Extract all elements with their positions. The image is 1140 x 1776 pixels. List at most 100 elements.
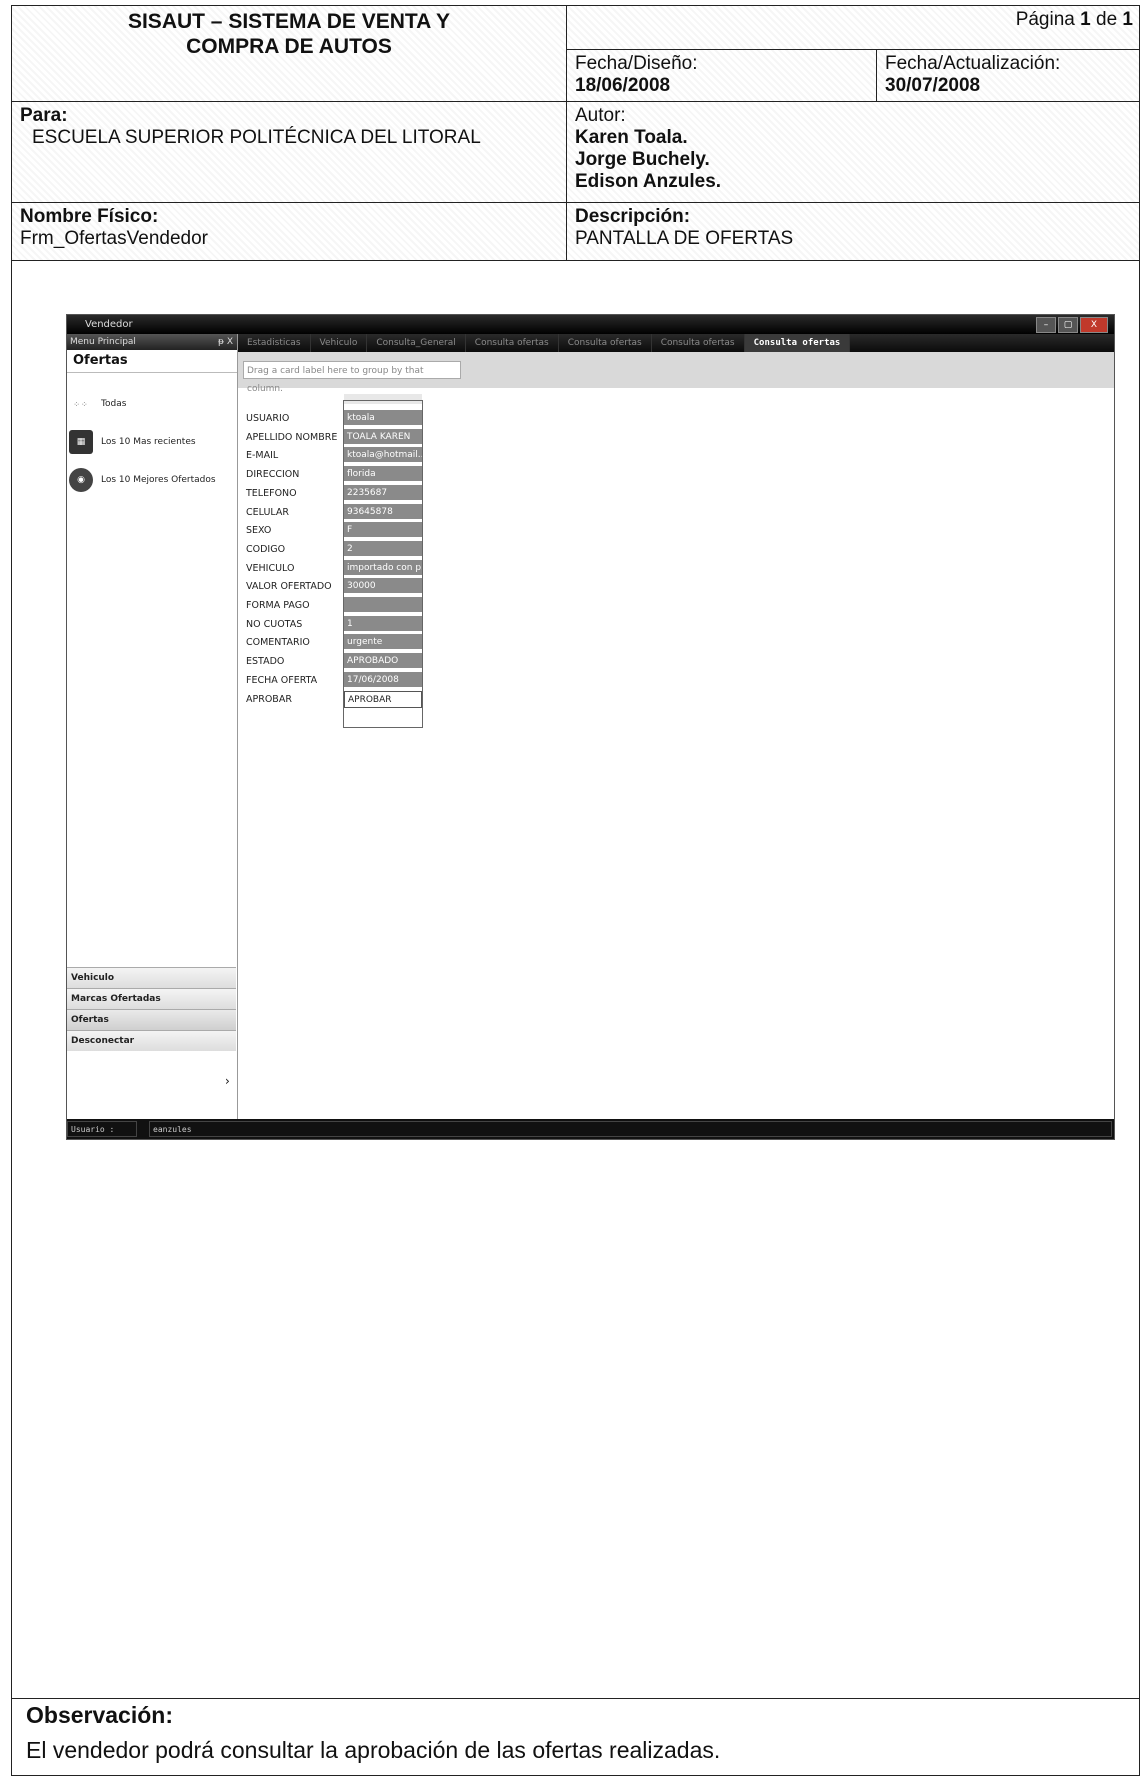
calendar-icon: ▦ <box>69 430 93 454</box>
autor-cell: Autor: Karen Toala. Jorge Buchely. Ediso… <box>567 102 1140 203</box>
field-value[interactable]: florida <box>344 466 422 484</box>
page-label: Página <box>1015 9 1075 30</box>
tab-vehiculo[interactable]: Vehiculo <box>311 334 368 352</box>
sidebar-item-mejores[interactable]: ◉ Los 10 Mejores Ofertados <box>69 468 216 492</box>
aprobar-field[interactable]: APROBAR <box>344 690 422 708</box>
users-icon: ◉ <box>69 468 93 492</box>
field-label: E-MAIL <box>246 450 279 462</box>
tab-consulta-ofertas-2[interactable]: Consulta ofertas <box>559 334 652 352</box>
fecha-actualizacion-value: 30/07/2008 <box>885 75 981 96</box>
nav-desconectar[interactable]: Desconectar <box>67 1030 236 1051</box>
horizontal-scrollbar[interactable] <box>238 1105 1114 1119</box>
field-value[interactable]: 1 <box>344 615 422 633</box>
descripcion-label: Descripción: <box>575 206 691 227</box>
fecha-actualizacion-label: Fecha/Actualización: <box>885 53 1061 74</box>
tab-bar: Estadisticas Vehiculo Consulta_General C… <box>238 334 1114 352</box>
field-label: CODIGO <box>246 543 286 555</box>
field-value[interactable]: 2235687 <box>344 484 422 502</box>
field-value[interactable]: ktoala <box>344 410 422 427</box>
document-sheet: SISAUT – SISTEMA DE VENTA Y COMPRA DE AU… <box>11 5 1140 1776</box>
para-value: ESCUELA SUPERIOR POLITÉCNICA DEL LITORAL <box>32 127 481 148</box>
system-title: SISAUT – SISTEMA DE VENTA Y COMPRA DE AU… <box>127 10 451 58</box>
field-value[interactable]: 17/06/2008 <box>344 671 422 689</box>
minimize-button[interactable]: – <box>1036 317 1056 333</box>
window-controls: – ▢ X <box>1036 317 1108 333</box>
pin-close-icon[interactable]: ᵽ X <box>218 334 233 350</box>
field-value[interactable]: importado con p... <box>344 559 422 577</box>
fecha-diseno-cell: Fecha/Diseño: 18/06/2008 <box>567 50 877 102</box>
group-by-bar: Drag a card label here to group by that … <box>238 352 1114 394</box>
tab-estadisticas[interactable]: Estadisticas <box>238 334 311 352</box>
app-window: Vendedor – ▢ X Menu Principal ᵽ X Oferta… <box>66 314 1115 1140</box>
sidebar-header: Menu Principal ᵽ X <box>67 334 237 350</box>
field-label: USUARIO <box>246 413 290 424</box>
tab-consulta-ofertas-3[interactable]: Consulta ofertas <box>652 334 745 352</box>
nombre-fisico-label: Nombre Físico: <box>20 206 159 227</box>
system-title-cell: SISAUT – SISTEMA DE VENTA Y COMPRA DE AU… <box>12 6 567 102</box>
fecha-diseno-value: 18/06/2008 <box>575 75 671 96</box>
field-label: APELLIDO NOMBRE <box>246 431 338 443</box>
autor-3: Edison Anzules. <box>575 171 722 192</box>
status-user-value: eanzules <box>149 1121 1112 1137</box>
observacion-text: El vendedor podrá consultar la aprobació… <box>26 1737 721 1763</box>
autor-2: Jorge Buchely. <box>575 149 710 170</box>
sidebar: Menu Principal ᵽ X Ofertas ⁘⁘ Todas ▦ Lo… <box>67 334 238 1119</box>
field-label: APROBAR <box>246 693 292 705</box>
page-current: 1 <box>1080 9 1091 30</box>
field-label: TELEFONO <box>246 487 297 499</box>
field-value[interactable]: urgente <box>344 634 422 652</box>
field-value[interactable]: 30000 <box>344 578 422 596</box>
para-label: Para: <box>20 105 68 126</box>
tab-consulta-ofertas-1[interactable]: Consulta ofertas <box>466 334 559 352</box>
field-value[interactable] <box>344 597 422 614</box>
sidebar-item-recientes[interactable]: ▦ Los 10 Mas recientes <box>69 430 196 454</box>
field-label: VALOR OFERTADO <box>246 581 332 593</box>
observacion-label: Observación: <box>26 1702 173 1728</box>
nav-marcas-ofertadas[interactable]: Marcas Ofertadas <box>67 988 236 1009</box>
page-number-cell: Página 1 de 1 <box>567 6 1140 50</box>
maximize-button[interactable]: ▢ <box>1058 317 1078 333</box>
field-label: ESTADO <box>246 656 285 668</box>
nav-ofertas[interactable]: Ofertas <box>67 1009 236 1030</box>
status-bar: Usuario : eanzules <box>67 1119 1114 1139</box>
page-of: de <box>1096 9 1118 30</box>
descripcion-cell: Descripción: PANTALLA DE OFERTAS <box>567 203 1140 261</box>
fecha-diseno-label: Fecha/Diseño: <box>575 53 698 74</box>
field-value[interactable]: ktoala@hotmail... <box>344 447 422 465</box>
autor-label: Autor: <box>575 105 626 126</box>
tab-consulta-ofertas-active[interactable]: Consulta ofertas <box>744 334 851 352</box>
fecha-actualizacion-cell: Fecha/Actualización: 30/07/2008 <box>877 50 1140 102</box>
field-value[interactable]: APROBADO <box>344 653 422 671</box>
field-label: COMENTARIO <box>246 637 310 649</box>
sidebar-item-label: Todas <box>101 399 127 409</box>
main-panel: Estadisticas Vehiculo Consulta_General C… <box>238 334 1114 1119</box>
nav-vehiculo[interactable]: Vehiculo <box>67 967 236 988</box>
window-titlebar: Vendedor – ▢ X <box>67 315 1114 334</box>
field-label: VEHICULO <box>246 562 295 574</box>
tab-consulta-general[interactable]: Consulta_General <box>367 334 466 352</box>
group-by-dropzone[interactable]: Drag a card label here to group by that … <box>243 361 461 394</box>
descripcion-value: PANTALLA DE OFERTAS <box>575 228 794 249</box>
field-value[interactable]: F <box>344 522 422 540</box>
field-value[interactable]: 2 <box>344 540 422 558</box>
sidebar-title: Ofertas <box>67 350 237 373</box>
sidebar-item-todas[interactable]: ⁘⁘ Todas <box>69 392 126 416</box>
field-label: NO CUOTAS <box>246 618 303 630</box>
nombre-fisico-cell: Nombre Físico: Frm_OfertasVendedor <box>12 203 567 261</box>
sidebar-item-label: Los 10 Mas recientes <box>101 437 196 447</box>
close-button[interactable]: X <box>1080 317 1108 333</box>
field-label: DIRECCION <box>246 469 300 481</box>
field-value[interactable]: 93645878 <box>344 503 422 521</box>
page-total: 1 <box>1122 9 1133 30</box>
window-title: Vendedor <box>85 319 133 330</box>
field-value[interactable]: TOALA KAREN <box>344 428 422 446</box>
field-label: FORMA PAGO <box>246 600 310 611</box>
autor-1: Karen Toala. <box>575 127 688 148</box>
more-chevron-icon[interactable]: › <box>225 1074 230 1088</box>
status-user-label: Usuario : <box>67 1121 137 1137</box>
sidebar-item-label: Los 10 Mejores Ofertados <box>101 475 216 485</box>
field-label: FECHA OFERTA <box>246 674 318 686</box>
field-label: CELULAR <box>246 506 290 518</box>
nombre-fisico-value: Frm_OfertasVendedor <box>20 228 208 249</box>
grid-icon: ⁘⁘ <box>73 399 89 409</box>
